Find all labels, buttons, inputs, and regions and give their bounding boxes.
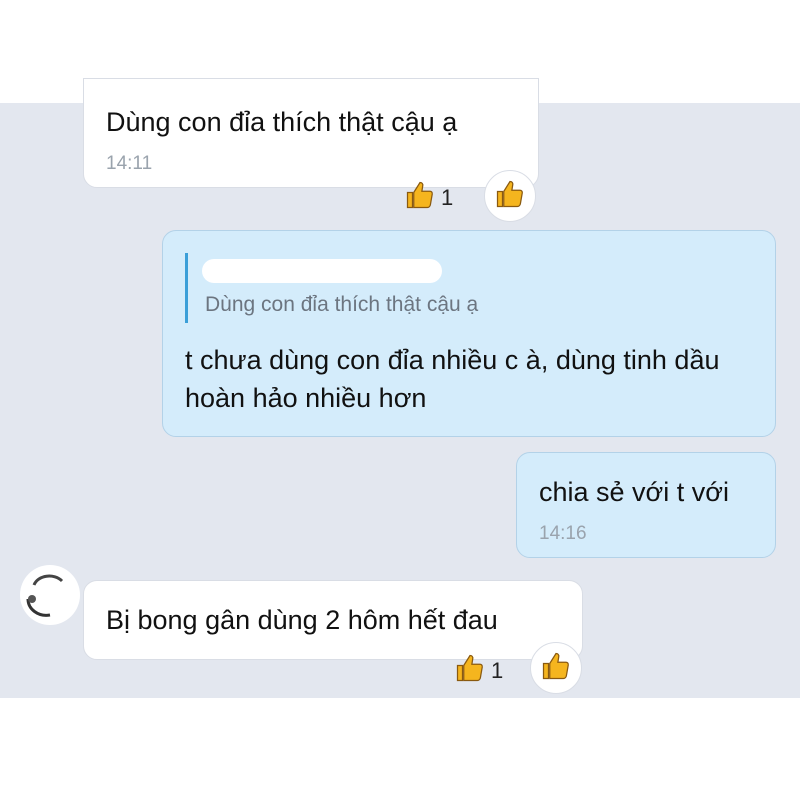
message-text: chia sẻ với t với: [539, 477, 729, 507]
redacted-sender-name: [202, 259, 442, 283]
reaction-count: 1: [441, 185, 454, 210]
quoted-text: Dùng con đỉa thích thật cậu ạ: [205, 293, 479, 316]
outgoing-reply-message[interactable]: Dùng con đỉa thích thật cậu ạ t chưa dùn…: [162, 230, 776, 437]
sender-avatar[interactable]: [20, 565, 80, 625]
thumbs-up-icon: [455, 653, 485, 689]
message-text: Bị bong gân dùng 2 hôm hết đau: [106, 605, 498, 635]
thumbs-up-icon: [405, 180, 435, 216]
message-time: 14:16: [539, 523, 587, 544]
reaction-summary[interactable]: 1: [455, 653, 503, 689]
incoming-message-1[interactable]: Dùng con đỉa thích thật cậu ạ 14:11: [83, 78, 539, 188]
thumbs-up-icon: [541, 651, 571, 686]
message-text: t chưa dùng con đỉa nhiều c à, dùng tinh…: [185, 345, 720, 413]
reaction-count: 1: [491, 658, 504, 683]
react-button[interactable]: [484, 170, 536, 222]
avatar-image: [26, 574, 64, 617]
thumbs-up-icon: [495, 179, 525, 214]
react-button[interactable]: [530, 642, 582, 694]
outgoing-message[interactable]: chia sẻ với t với 14:16: [516, 452, 776, 558]
reaction-summary[interactable]: 1: [405, 180, 453, 216]
message-time: 14:11: [106, 153, 153, 174]
quoted-message[interactable]: Dùng con đỉa thích thật cậu ạ: [185, 253, 545, 323]
incoming-message-2[interactable]: Bị bong gân dùng 2 hôm hết đau: [83, 580, 583, 660]
message-text: Dùng con đỉa thích thật cậu ạ: [106, 107, 458, 137]
